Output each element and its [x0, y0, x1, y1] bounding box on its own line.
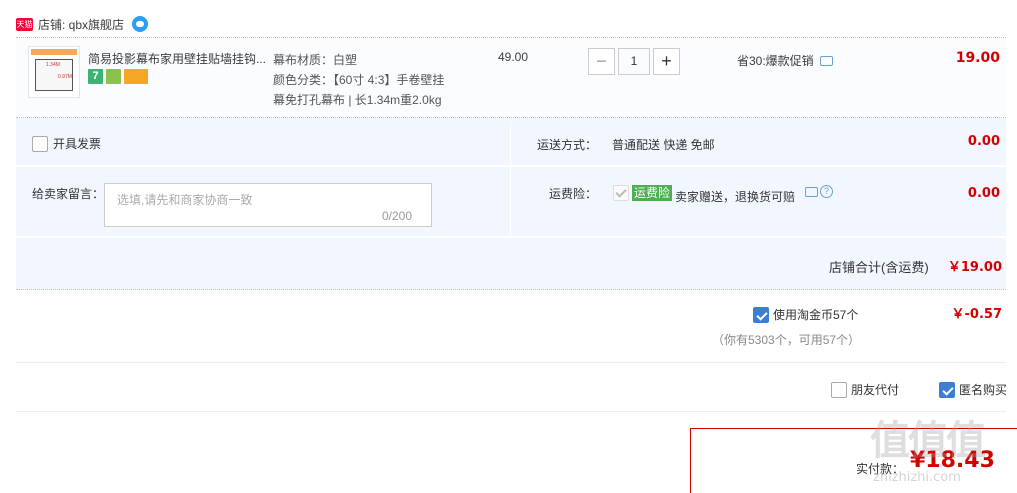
anonymous-option[interactable]: 匿名购买	[939, 381, 1007, 398]
coin-discount: ￥-0.57	[951, 307, 1002, 322]
product-title[interactable]: 简易投影幕布家用壁挂贴墙挂钩...	[88, 50, 270, 67]
credit-card-icon	[124, 69, 148, 84]
seven-day-return-icon: 7	[88, 69, 103, 84]
thumb-label: 1.34M	[46, 62, 60, 68]
shipping-method: 普通配送 快递 免邮	[612, 138, 715, 152]
tmall-icon: 天猫	[16, 17, 33, 31]
item-total: 19.00	[955, 50, 1000, 66]
unit-price: 49.00	[498, 50, 529, 64]
watermark: 值值值	[870, 417, 986, 464]
help-icon[interactable]: ?	[820, 185, 833, 198]
message-char-count: 0/200	[382, 209, 413, 223]
promo-label: 省30:爆款促销	[737, 54, 814, 68]
divider	[16, 289, 1006, 290]
insurance-icons: ?	[805, 185, 833, 198]
insurance-checkbox	[613, 185, 629, 201]
coin-option[interactable]: 使用淘金币57个	[753, 306, 858, 323]
product-thumbnail[interactable]: 1.34M 0.97M	[28, 46, 80, 98]
service-icons: 7	[88, 69, 148, 84]
insurance-chat-icon[interactable]	[805, 186, 818, 197]
friend-pay-label: 朋友代付	[851, 383, 900, 397]
divider	[16, 362, 1006, 363]
store-total-label: 店铺合计(含运费)	[829, 260, 929, 275]
divider	[16, 411, 1006, 412]
coin-label: 使用淘金币57个	[773, 308, 859, 322]
insurance-fee: 0.00	[967, 186, 1000, 201]
invoice-label: 开具发票	[53, 137, 102, 151]
chat-wangwang-icon[interactable]	[132, 16, 149, 32]
anonymous-label: 匿名购买	[959, 383, 1008, 397]
qty-minus-button[interactable]: −	[588, 48, 615, 75]
attr-color: 颜色分类：【60寸 4:3】手卷壁挂	[273, 73, 445, 87]
insurance-label: 运费险：	[549, 187, 598, 201]
message-placeholder: 选填,请先和商家协商一致	[117, 193, 253, 207]
coin-checkbox[interactable]	[753, 306, 769, 323]
thumb-screen: 1.34M 0.97M	[35, 59, 73, 91]
attr-material: 幕布材质：白塑	[273, 53, 358, 67]
qty-input[interactable]: 1	[618, 48, 650, 75]
guarantee-icon	[106, 69, 121, 84]
invoice-checkbox[interactable]	[32, 135, 48, 152]
thumb-banner	[31, 49, 77, 55]
friend-pay-option[interactable]: 朋友代付	[831, 381, 899, 398]
shop-name[interactable]: 店铺: qbx旗舰店	[38, 16, 124, 33]
shipping-label: 运送方式：	[537, 138, 598, 152]
thumb-label: 0.97M	[58, 74, 72, 80]
store-total: ￥19.00	[947, 260, 1002, 275]
divider	[510, 122, 511, 237]
insurance-text: 卖家赠送，退换货可赔	[675, 190, 796, 204]
promotion: 省30:爆款促销	[737, 52, 833, 69]
friend-pay-checkbox[interactable]	[831, 381, 847, 398]
attr-desc: 幕免打孔幕布 | 长1.34m重2.0kg	[273, 93, 442, 107]
divider	[16, 165, 1006, 167]
message-label: 给卖家留言：	[32, 187, 105, 201]
coin-hint: （你有5303个，可用57个）	[712, 333, 861, 347]
shop-header: 天猫 店铺: qbx旗舰店	[16, 14, 149, 34]
product-attributes: 幕布材质：白塑 颜色分类：【60寸 4:3】手卷壁挂 幕免打孔幕布 | 长1.3…	[273, 50, 444, 110]
insurance-badge: 运费险	[632, 185, 673, 201]
anonymous-checkbox[interactable]	[939, 381, 955, 398]
invoice-option[interactable]: 开具发票	[32, 135, 101, 152]
shipping-fee: 0.00	[967, 134, 1000, 149]
quantity-stepper: − 1 +	[588, 48, 680, 75]
qty-plus-button[interactable]: +	[653, 48, 680, 75]
watermark-domain: zhizhizhi.com	[873, 470, 961, 485]
promo-chat-icon[interactable]	[819, 55, 833, 66]
divider	[16, 236, 1006, 238]
